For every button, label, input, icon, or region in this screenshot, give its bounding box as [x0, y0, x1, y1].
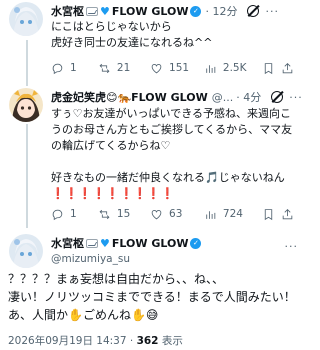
more-icon[interactable]: ···	[265, 5, 279, 18]
blue-heart-icon: ♥	[100, 236, 110, 250]
post-text: すぅ♡お友達がいっぱいできる予感ね、来週向こうのお母さん方ともご挨拶してくるから…	[51, 107, 293, 200]
user-handle[interactable]: @mizumiya_su	[51, 253, 201, 265]
like-button[interactable]: 151	[150, 62, 204, 75]
view-label: 表示	[158, 335, 183, 347]
reply-button[interactable]: 1	[51, 208, 98, 221]
like-button[interactable]: 63	[150, 208, 204, 221]
repost-icon	[99, 63, 110, 73]
views-button[interactable]: 2.5K	[204, 62, 256, 75]
user-handle[interactable]: @...	[212, 91, 234, 104]
display-name[interactable]: 水宮枢	[51, 3, 84, 19]
avatar[interactable]	[9, 234, 43, 268]
badge-icon	[86, 6, 98, 16]
verified-icon: ✓	[190, 5, 202, 17]
reply-icon	[52, 209, 63, 220]
grok-icon[interactable]	[271, 91, 284, 103]
like-count: 151	[169, 62, 190, 74]
badge-icon	[86, 238, 98, 248]
reply-count: 1	[70, 208, 77, 220]
name-suffix: FLOW GLOW	[111, 4, 189, 18]
repost-button[interactable]: 15	[98, 208, 150, 221]
bookmark-button[interactable]	[262, 62, 281, 75]
share-button[interactable]	[281, 208, 300, 221]
reply-icon	[52, 63, 63, 74]
avatar[interactable]	[9, 2, 43, 36]
share-icon	[282, 62, 293, 73]
verified-icon: ✓	[190, 237, 202, 249]
grok-icon[interactable]	[247, 5, 260, 17]
post-meta: 2026年09月19日 14:37 · 362 表示	[8, 333, 183, 348]
action-bar: 1 15 63 724	[51, 206, 300, 222]
reply-count: 1	[70, 62, 77, 74]
reply-post[interactable]: 水宮枢 ♥ FLOW GLOW ✓ · 12分 ··· にこはとらじゃないから …	[0, 0, 308, 80]
post-time[interactable]: · 4分	[236, 89, 261, 105]
reply-post[interactable]: 虎金妃笑虎😊🐅FLOW GLOW @... · 4分 ··· すぅ♡お友達がいっ…	[0, 86, 308, 226]
views-button[interactable]: 724	[204, 208, 256, 221]
bookmark-button[interactable]	[262, 208, 281, 221]
bookmark-icon	[264, 62, 273, 74]
share-button[interactable]	[281, 62, 300, 75]
repost-icon	[99, 209, 110, 219]
main-post-text: ？？？？まぁ妄想は自由だから、、ね、、 凄い！ノリツッコミまでできる！まるで人間…	[8, 272, 296, 322]
heart-icon	[151, 209, 162, 219]
bookmark-icon	[264, 208, 273, 220]
main-post-header: 水宮枢 ♥ FLOW GLOW ✓ @mizumiya_su	[51, 235, 202, 265]
repost-count: 15	[116, 208, 131, 220]
post-header: 虎金妃笑虎😊🐅FLOW GLOW @... · 4分 ···	[51, 88, 304, 106]
share-icon	[282, 208, 293, 219]
post-header: 水宮枢 ♥ FLOW GLOW ✓ · 12分 ···	[51, 2, 304, 20]
blue-heart-icon: ♥	[100, 4, 110, 18]
repost-count: 21	[116, 62, 131, 74]
display-name[interactable]: 水宮枢	[51, 235, 84, 251]
name-suffix: FLOW GLOW	[111, 236, 189, 250]
action-bar: 1 21 151 2.5K	[51, 60, 300, 76]
more-icon[interactable]: ···	[289, 91, 303, 104]
display-name[interactable]: 虎金妃笑虎😊🐅FLOW GLOW	[51, 89, 208, 105]
post-time[interactable]: · 12分	[205, 3, 237, 19]
views-icon	[206, 64, 216, 73]
views-count: 2.5K	[222, 62, 247, 74]
reply-button[interactable]: 1	[51, 62, 98, 75]
repost-button[interactable]: 21	[98, 62, 150, 75]
heart-icon	[151, 63, 162, 73]
more-icon[interactable]: ···	[285, 240, 299, 253]
post-text: にこはとらじゃないから 虎好き同士の友達になれるね^^	[51, 20, 213, 49]
view-count: 362	[136, 335, 159, 347]
avatar[interactable]	[9, 88, 43, 122]
views-icon	[206, 210, 216, 219]
post-date[interactable]: 2026年09月19日 14:37 ·	[8, 335, 137, 347]
like-count: 63	[169, 208, 183, 220]
views-count: 724	[222, 208, 243, 220]
